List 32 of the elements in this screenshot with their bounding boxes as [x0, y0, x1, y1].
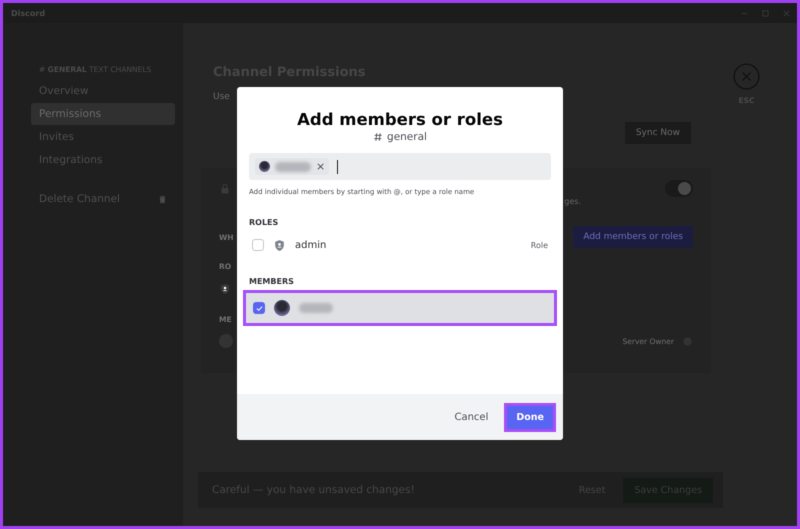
sync-button[interactable]: Sync Now — [624, 122, 691, 144]
list-row[interactable]: admin Role — [249, 235, 551, 255]
search-field[interactable]: × — [249, 153, 551, 180]
check-icon — [254, 304, 264, 312]
add-members-button[interactable]: Add members or roles — [573, 226, 693, 248]
hash-icon — [373, 132, 384, 142]
sidebar-item[interactable]: Permissions — [31, 103, 175, 125]
section-heading: MEMBERS — [249, 277, 295, 286]
description-text: ges. — [564, 197, 581, 206]
redacted-name — [299, 303, 333, 313]
intro-text: Use — [213, 92, 230, 102]
role-tag: Role — [530, 240, 548, 250]
cancel-button[interactable]: Cancel — [454, 412, 488, 422]
shield-icon — [273, 238, 286, 252]
checkbox[interactable] — [253, 302, 265, 314]
maximize-icon[interactable] — [761, 8, 770, 18]
avatar — [274, 300, 290, 316]
redacted-name — [275, 162, 311, 172]
remove-button[interactable]: × — [316, 161, 326, 172]
channel-name: general — [387, 131, 427, 143]
done-button[interactable]: Done — [504, 402, 556, 432]
toggle-switch[interactable] — [665, 180, 693, 197]
checkbox[interactable] — [252, 239, 264, 251]
text-cursor — [337, 160, 338, 174]
trash-icon — [158, 194, 167, 204]
avatar — [259, 161, 270, 172]
role-name: admin — [295, 240, 328, 250]
shield-icon — [219, 283, 231, 295]
dialog-title: Add members or roles — [296, 110, 504, 129]
close-icon[interactable] — [782, 8, 791, 18]
section-heading: ROLES — [249, 218, 280, 227]
list-row[interactable] — [243, 290, 557, 326]
